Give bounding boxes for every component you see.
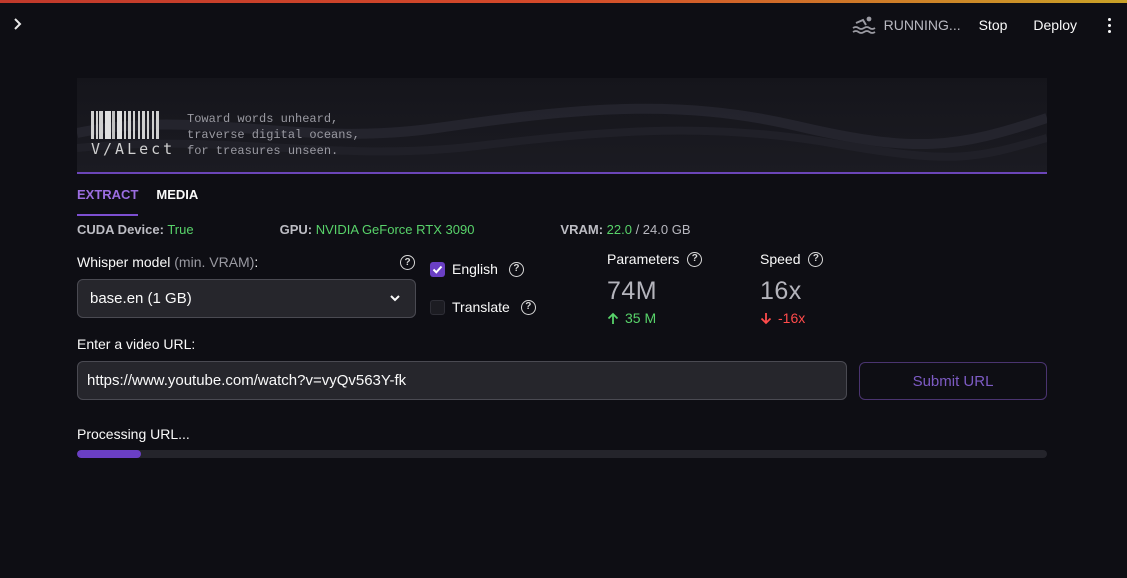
top-decoration-line xyxy=(0,0,1127,3)
tagline-line: traverse digital oceans, xyxy=(187,128,360,142)
vram-label: VRAM: xyxy=(560,222,604,237)
running-status: RUNNING... xyxy=(852,14,961,36)
vram-info: VRAM: 22.0 / 24.0 GB xyxy=(560,222,690,237)
parameters-metric: Parameters ? 74M 35 M xyxy=(607,251,703,326)
vram-used-value: 22.0 xyxy=(606,222,632,237)
speed-delta: -16x xyxy=(760,310,823,326)
video-url-input[interactable] xyxy=(77,361,847,400)
cuda-value: True xyxy=(167,222,194,237)
processing-progress-bar xyxy=(77,450,1047,458)
main-tabs: EXTRACT MEDIA xyxy=(77,185,198,216)
parameters-value: 74M xyxy=(607,277,658,305)
gpu-label: GPU: xyxy=(279,222,313,237)
gpu-info: GPU: NVIDIA GeForce RTX 3090 xyxy=(280,222,475,237)
english-checkbox[interactable] xyxy=(430,261,445,277)
tagline-line: for treasures unseen. xyxy=(187,144,339,158)
english-label: English xyxy=(452,261,498,277)
main-menu-icon[interactable] xyxy=(1103,15,1115,35)
english-option: English ? xyxy=(430,261,524,277)
vram-total-value: / 24.0 GB xyxy=(631,222,691,237)
speed-help-icon[interactable]: ? xyxy=(808,251,824,267)
tab-media[interactable]: MEDIA xyxy=(156,185,198,216)
app-banner: V/ALect Toward words unheard, traverse d… xyxy=(77,78,1047,174)
translate-checkbox[interactable] xyxy=(430,299,445,315)
logo-text: V/ALect xyxy=(91,140,176,158)
model-help-icon[interactable]: ? xyxy=(400,255,415,270)
translate-option: Translate ? xyxy=(430,299,536,315)
whisper-model-select[interactable]: base.en (1 GB) xyxy=(77,279,416,318)
banner-tagline: Toward words unheard, traverse digital o… xyxy=(187,111,360,159)
model-label-text: Whisper model xyxy=(77,254,171,270)
running-status-text: RUNNING... xyxy=(883,17,961,33)
deploy-button[interactable]: Deploy xyxy=(1033,17,1077,33)
video-url-label: Enter a video URL: xyxy=(77,336,196,352)
arrow-down-icon xyxy=(760,312,772,324)
parameters-help-icon[interactable]: ? xyxy=(687,251,703,267)
speed-value: 16x xyxy=(760,277,802,305)
cuda-device-info: CUDA Device: True xyxy=(77,222,194,237)
tab-extract[interactable]: EXTRACT xyxy=(77,185,139,216)
model-label-suffix: : xyxy=(254,254,259,270)
parameters-label-text: Parameters xyxy=(607,251,680,267)
device-info-row: CUDA Device: True GPU: NVIDIA GeForce RT… xyxy=(77,222,777,237)
whisper-model-label: Whisper model (min. VRAM): xyxy=(77,254,258,270)
speed-metric: Speed ? 16x -16x xyxy=(760,251,824,326)
arrow-up-icon xyxy=(607,312,619,324)
translate-label: Translate xyxy=(452,299,510,315)
swimmer-icon xyxy=(852,16,876,34)
processing-status: Processing URL... xyxy=(77,426,190,442)
chevron-down-icon xyxy=(390,295,400,302)
chevron-right-icon xyxy=(14,18,22,30)
speed-label-text: Speed xyxy=(760,251,801,267)
parameters-delta-text: 35 M xyxy=(625,310,657,326)
parameters-delta: 35 M xyxy=(607,310,702,326)
checkmark-icon xyxy=(432,265,443,274)
gpu-value: NVIDIA GeForce RTX 3090 xyxy=(315,222,475,237)
sidebar-expand-icon[interactable] xyxy=(12,14,28,34)
cuda-label: CUDA Device: xyxy=(77,222,164,237)
barcode-graphic xyxy=(91,111,181,139)
translate-help-icon[interactable]: ? xyxy=(520,299,536,315)
model-label-hint: (min. VRAM) xyxy=(174,254,255,270)
submit-url-button[interactable]: Submit URL xyxy=(859,362,1047,400)
tagline-line: Toward words unheard, xyxy=(187,112,339,126)
progress-fill xyxy=(77,450,142,458)
speed-metric-label: Speed ? xyxy=(760,251,824,267)
speed-delta-text: -16x xyxy=(778,310,806,326)
selected-model: base.en (1 GB) xyxy=(90,290,192,307)
english-help-icon[interactable]: ? xyxy=(508,261,524,277)
parameters-metric-label: Parameters ? xyxy=(607,251,703,267)
app-toolbar: RUNNING... Stop Deploy xyxy=(852,10,1115,40)
stop-button[interactable]: Stop xyxy=(979,17,1008,33)
valect-logo: V/ALect xyxy=(91,111,181,159)
